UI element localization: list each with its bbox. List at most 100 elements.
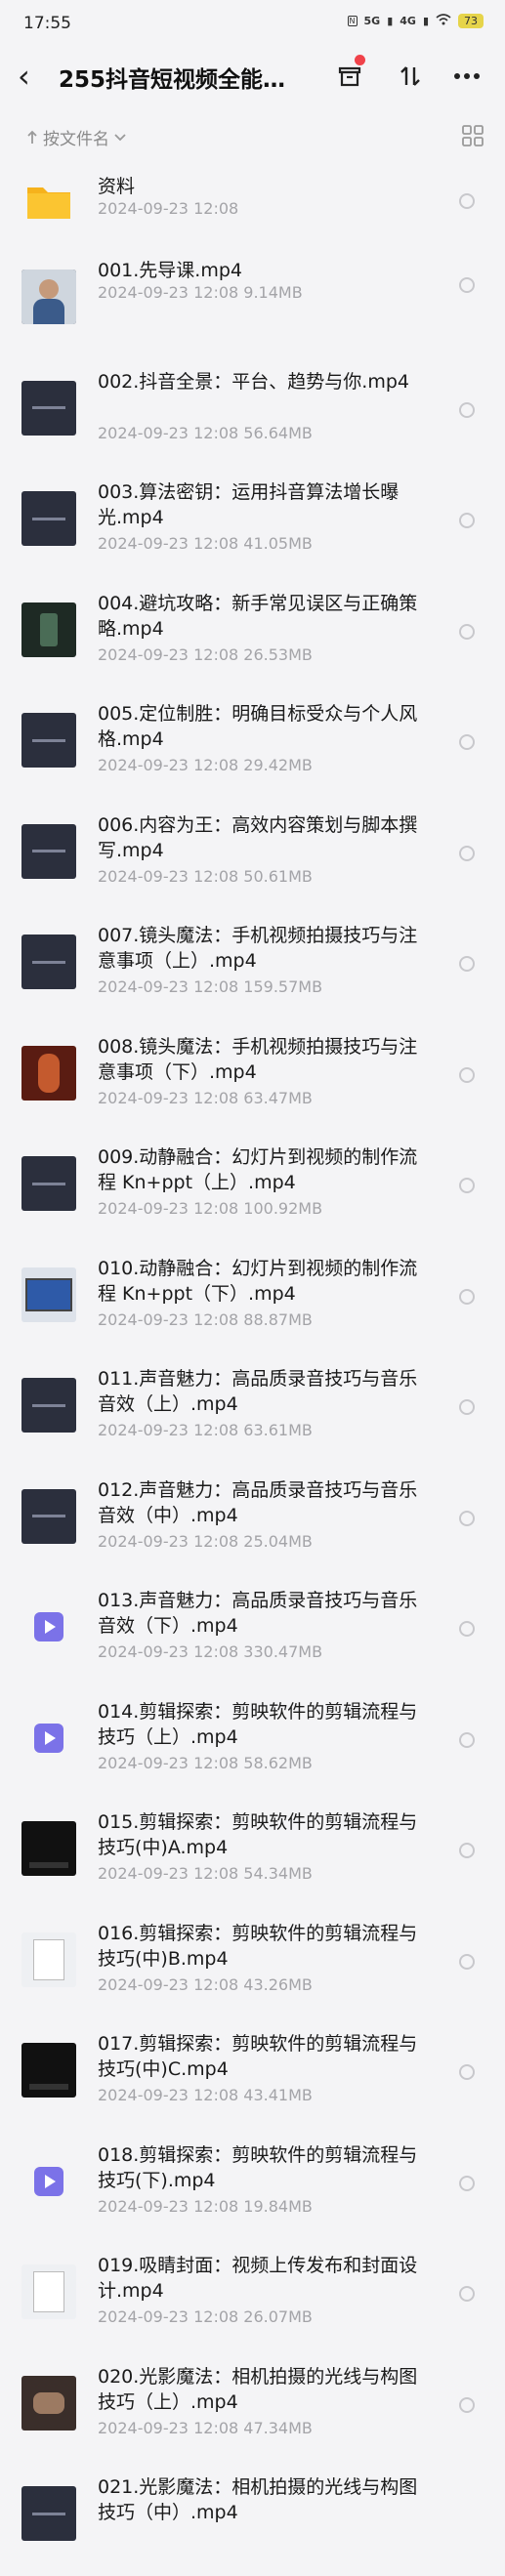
select-radio[interactable] bbox=[459, 2396, 475, 2413]
file-name: 011.声音魅力：高品质录音技巧与音乐音效（上）.mp4 bbox=[98, 1368, 418, 1415]
select-radio[interactable] bbox=[459, 193, 475, 209]
video-thumbnail bbox=[21, 1821, 76, 1876]
file-name: 017.剪辑探索：剪映软件的剪辑流程与技巧(中)C.mp4 bbox=[98, 2033, 418, 2080]
file-list-item[interactable]: 002.抖音全景：平台、趋势与你.mp4 2024-09-23 12:08 56.… bbox=[0, 359, 505, 471]
file-date: 2024-09-23 bbox=[98, 1088, 189, 1107]
select-radio[interactable] bbox=[459, 956, 475, 972]
video-thumbnail bbox=[21, 2486, 76, 2541]
file-list-item[interactable]: 013.声音魅力：高品质录音技巧与音乐音效（下）.mp4 2024-09-23 1… bbox=[0, 1578, 505, 1689]
select-radio[interactable] bbox=[459, 277, 475, 293]
archive-button[interactable] bbox=[330, 55, 369, 96]
file-list-item[interactable]: 001.先导课.mp4 2024-09-23 12:08 9.14MB bbox=[0, 248, 505, 359]
file-list-item[interactable]: 006.内容为王：高效内容策划与脚本撰写.mp4 2024-09-23 12:08… bbox=[0, 803, 505, 914]
file-date: 2024-09-23 bbox=[98, 283, 189, 302]
file-time: 12:08 bbox=[193, 2086, 239, 2104]
file-meta: 2024-09-23 12:08 bbox=[98, 199, 238, 218]
file-date: 2024-09-23 bbox=[98, 1309, 189, 1329]
file-list: 资料 2024-09-23 12:08 001.先导课.mp4 2024-09-23… bbox=[0, 164, 505, 2576]
file-name: 019.吸睛封面：视频上传发布和封面设计.mp4 bbox=[98, 2255, 418, 2302]
grid-view-icon[interactable] bbox=[460, 123, 485, 148]
video-thumbnail bbox=[21, 380, 76, 436]
select-radio[interactable] bbox=[459, 734, 475, 750]
select-radio[interactable] bbox=[459, 513, 475, 528]
file-list-item[interactable]: 016.剪辑探索：剪映软件的剪辑流程与技巧(中)B.mp4 2024-09-23 … bbox=[0, 1911, 505, 2022]
file-list-item[interactable]: 010.动静融合：幻灯片到视频的制作流程 Kn+ppt（下）.mp4 2024-0… bbox=[0, 1246, 505, 1357]
file-list-item[interactable]: 003.算法密钥：运用抖音算法增长曝光.mp4 2024-09-23 12:08 … bbox=[0, 470, 505, 581]
select-radio[interactable] bbox=[459, 623, 475, 640]
file-date: 2024-09-23 bbox=[98, 1974, 189, 1994]
select-radio[interactable] bbox=[459, 1066, 475, 1083]
file-time: 12:08 bbox=[193, 1864, 239, 1883]
select-radio[interactable] bbox=[459, 1288, 475, 1305]
file-list-item[interactable]: 020.光影魔法：相机拍摄的光线与构图技巧（上）.mp4 2024-09-23 1… bbox=[0, 2354, 505, 2466]
select-radio[interactable] bbox=[459, 845, 475, 861]
file-meta: 2024-09-23 12:08 43.26MB bbox=[98, 1975, 313, 1994]
file-list-item[interactable]: 资料 2024-09-23 12:08 bbox=[0, 164, 505, 248]
file-list-item[interactable]: 009.动静融合：幻灯片到视频的制作流程 Kn+ppt（上）.mp4 2024-0… bbox=[0, 1135, 505, 1246]
file-time: 12:08 bbox=[193, 2196, 239, 2216]
file-meta: 2024-09-23 12:08 159.57MB bbox=[98, 977, 322, 996]
file-name: 014.剪辑探索：剪映软件的剪辑流程与技巧（上）.mp4 bbox=[98, 1700, 418, 1748]
file-time: 12:08 bbox=[193, 1974, 239, 1994]
select-radio[interactable] bbox=[459, 2286, 475, 2302]
file-size: 9.14MB bbox=[243, 283, 303, 302]
file-list-item[interactable]: 014.剪辑探索：剪映软件的剪辑流程与技巧（上）.mp4 2024-09-23 1… bbox=[0, 1689, 505, 1801]
file-meta: 2024-09-23 12:08 25.04MB bbox=[98, 1532, 313, 1551]
file-meta: 2024-09-23 12:08 54.34MB bbox=[98, 1864, 313, 1883]
file-time: 12:08 bbox=[193, 1642, 239, 1661]
file-date: 2024-09-23 bbox=[98, 2196, 189, 2216]
select-radio[interactable] bbox=[459, 1178, 475, 1193]
more-button[interactable] bbox=[447, 57, 486, 96]
file-list-item[interactable]: 017.剪辑探索：剪映软件的剪辑流程与技巧(中)C.mp4 2024-09-23 … bbox=[0, 2021, 505, 2133]
file-size: 26.53MB bbox=[243, 644, 313, 664]
back-icon[interactable]: ‹ bbox=[18, 59, 30, 94]
select-radio[interactable] bbox=[459, 1731, 475, 1748]
file-list-item[interactable]: 008.镜头魔法：手机视频拍摄技巧与注意事项（下）.mp4 2024-09-23 … bbox=[0, 1024, 505, 1136]
sort-label: 按文件名 bbox=[43, 130, 109, 149]
file-name: 008.镜头魔法：手机视频拍摄技巧与注意事项（下）.mp4 bbox=[98, 1035, 418, 1083]
file-list-item[interactable]: 004.避坑攻略：新手常见误区与正确策略.mp4 2024-09-23 12:08… bbox=[0, 581, 505, 692]
file-list-item[interactable]: 005.定位制胜：明确目标受众与个人风格.mp4 2024-09-23 12:08… bbox=[0, 691, 505, 803]
file-name: 004.避坑攻略：新手常见误区与正确策略.mp4 bbox=[98, 592, 418, 640]
file-list-item[interactable]: 015.剪辑探索：剪映软件的剪辑流程与技巧(中)A.mp4 2024-09-23 … bbox=[0, 1800, 505, 1911]
select-radio[interactable] bbox=[459, 1953, 475, 1970]
file-size: 41.05MB bbox=[243, 534, 313, 553]
file-date: 2024-09-23 bbox=[98, 1531, 189, 1551]
file-list-item[interactable]: 018.剪辑探索：剪映软件的剪辑流程与技巧(下).mp4 2024-09-23 1… bbox=[0, 2133, 505, 2244]
network-5g-label: 5G bbox=[363, 15, 381, 27]
sort-toggle-button[interactable] bbox=[391, 57, 430, 96]
file-meta: 2024-09-23 12:08 330.47MB bbox=[98, 1642, 322, 1661]
file-name: 007.镜头魔法：手机视频拍摄技巧与注意事项（上）.mp4 bbox=[98, 925, 418, 972]
select-radio[interactable] bbox=[459, 1843, 475, 1858]
file-list-item[interactable]: 012.声音魅力：高品质录音技巧与音乐音效（中）.mp4 2024-09-23 1… bbox=[0, 1468, 505, 1579]
select-radio[interactable] bbox=[459, 1399, 475, 1415]
select-radio[interactable] bbox=[459, 1621, 475, 1637]
video-thumbnail bbox=[21, 2264, 76, 2319]
notification-dot bbox=[355, 55, 365, 65]
file-time: 12:08 bbox=[193, 199, 239, 218]
file-list-item[interactable]: 007.镜头魔法：手机视频拍摄技巧与注意事项（上）.mp4 2024-09-23 … bbox=[0, 913, 505, 1024]
file-size: 159.57MB bbox=[243, 977, 323, 996]
file-time: 12:08 bbox=[193, 1309, 239, 1329]
file-time: 12:08 bbox=[193, 1421, 239, 1439]
sort-arrow-icon bbox=[27, 130, 37, 144]
file-name: 006.内容为王：高效内容策划与脚本撰写.mp4 bbox=[98, 813, 418, 861]
file-list-item[interactable]: 011.声音魅力：高品质录音技巧与音乐音效（上）.mp4 2024-09-23 1… bbox=[0, 1356, 505, 1468]
file-meta: 2024-09-23 12:08 43.41MB bbox=[98, 2086, 313, 2104]
file-time: 12:08 bbox=[193, 644, 239, 664]
video-thumbnail bbox=[21, 1932, 76, 1987]
file-date: 2024-09-23 bbox=[98, 644, 189, 664]
select-radio[interactable] bbox=[459, 2064, 475, 2080]
select-radio[interactable] bbox=[459, 1510, 475, 1526]
sort-selector[interactable]: 按文件名 bbox=[25, 125, 127, 149]
signal-icon: ▮ bbox=[387, 15, 394, 27]
file-list-item[interactable]: 019.吸睛封面：视频上传发布和封面设计.mp4 2024-09-23 12:08… bbox=[0, 2243, 505, 2354]
select-radio[interactable] bbox=[459, 2175, 475, 2191]
video-thumbnail bbox=[21, 270, 76, 324]
video-thumbnail bbox=[21, 1156, 76, 1211]
video-thumbnail bbox=[21, 491, 76, 546]
file-date: 2024-09-23 bbox=[98, 1753, 189, 1772]
file-size: 43.41MB bbox=[243, 2086, 313, 2104]
select-radio[interactable] bbox=[459, 401, 475, 418]
file-list-item[interactable]: 021.光影魔法：相机拍摄的光线与构图技巧（中）.mp4 bbox=[0, 2465, 505, 2576]
